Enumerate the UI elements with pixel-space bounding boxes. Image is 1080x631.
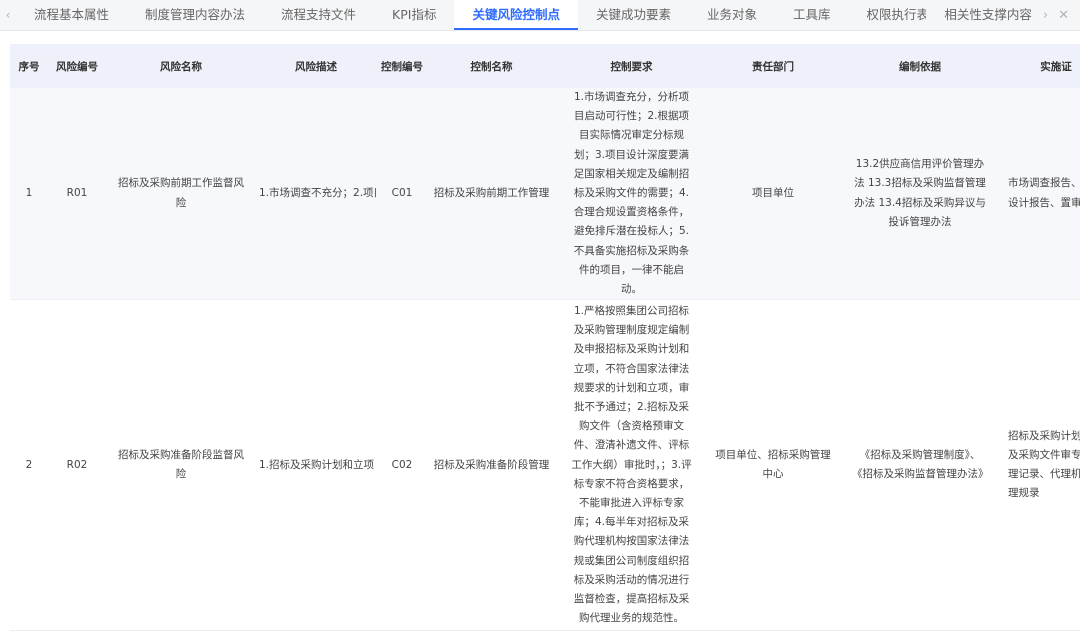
cell-risk-no: R01 <box>48 88 106 301</box>
cell-basis: 13.2供应商信用评价管理办法 13.3招标及采购监督管理办法 13.4招标及采… <box>838 88 1002 301</box>
tabs-scroll-right-icon[interactable]: › <box>1038 8 1053 23</box>
cell-index: 1 <box>10 88 48 301</box>
tab-key-risk-control-points[interactable]: 关键风险控制点 <box>454 0 578 30</box>
tab-process-basic-attributes[interactable]: 流程基本属性 <box>16 0 127 30</box>
cell-basis: 《招标及采购管理制度》、《招标及采购监督管理办法》 <box>838 299 1002 631</box>
cell-index: 2 <box>10 299 48 631</box>
tab-kpi[interactable]: KPI指标 <box>374 0 454 30</box>
tab-bar-right: 相关性支撑内容 › ✕ <box>926 0 1080 30</box>
tab-list: 流程基本属性 制度管理内容办法 流程支持文件 KPI指标 关键风险控制点 关键成… <box>16 0 947 30</box>
tab-regulation-content[interactable]: 制度管理内容办法 <box>127 0 263 30</box>
tab-process-support-files[interactable]: 流程支持文件 <box>263 0 374 30</box>
cell-risk-desc: 1.市场调查不充分；2.项目 <box>256 88 376 301</box>
table-row[interactable]: 1 R01 招标及采购前期工作监督风险 1.市场调查不充分；2.项目 C01 招… <box>10 88 1080 301</box>
header-responsible-dept: 责任部门 <box>708 44 838 88</box>
cell-risk-desc: 1.招标及采购计划和立项 <box>256 299 376 631</box>
header-evidence: 实施证 <box>1002 44 1080 88</box>
cell-control-no: C02 <box>376 299 428 631</box>
tab-toolkit[interactable]: 工具库 <box>775 0 849 30</box>
header-risk-name: 风险名称 <box>106 44 256 88</box>
cell-risk-name: 招标及采购准备阶段监督风险 <box>106 299 256 631</box>
cell-control-name: 招标及采购前期工作管理 <box>428 88 555 301</box>
tab-key-success-factors[interactable]: 关键成功要素 <box>578 0 689 30</box>
cell-control-no: C01 <box>376 88 428 301</box>
cell-risk-no: R02 <box>48 299 106 631</box>
tab-business-objects[interactable]: 业务对象 <box>689 0 775 30</box>
cell-risk-name: 招标及采购前期工作监督风险 <box>106 88 256 301</box>
header-index: 序号 <box>10 44 48 88</box>
header-risk-desc: 风险描述 <box>256 44 376 88</box>
tab-bar: ‹ 流程基本属性 制度管理内容办法 流程支持文件 KPI指标 关键风险控制点 关… <box>0 0 1080 31</box>
header-control-requirement: 控制要求 <box>555 44 708 88</box>
cell-evidence: 招标及采购计划、标及采购文件审专家管理记录、代理机构代理规录 <box>1002 299 1080 631</box>
cell-responsible-dept: 项目单位、招标采购管理中心 <box>708 299 838 631</box>
close-icon[interactable]: ✕ <box>1053 8 1074 23</box>
cell-control-name: 招标及采购准备阶段管理 <box>428 299 555 631</box>
risk-control-content: 序号 风险编号 风险名称 风险描述 控制编号 控制名称 控制要求 责任部门 编制… <box>0 31 1080 631</box>
header-basis: 编制依据 <box>838 44 1002 88</box>
cell-responsible-dept: 项目单位 <box>708 88 838 301</box>
header-control-name: 控制名称 <box>428 44 555 88</box>
cell-evidence: 市场调查报告、招标设计报告、置审批等 <box>1002 88 1080 301</box>
cell-control-requirement: 1.严格按照集团公司招标及采购管理制度规定编制及申报招标及采购计划和立项，不符合… <box>555 299 708 631</box>
risk-control-table: 序号 风险编号 风险名称 风险描述 控制编号 控制名称 控制要求 责任部门 编制… <box>10 44 1080 631</box>
tab-related-support-content[interactable]: 相关性支撑内容 <box>930 0 1038 30</box>
table-header-row: 序号 风险编号 风险名称 风险描述 控制编号 控制名称 控制要求 责任部门 编制… <box>10 44 1080 88</box>
table-row[interactable]: 2 R02 招标及采购准备阶段监督风险 1.招标及采购计划和立项 C02 招标及… <box>10 299 1080 631</box>
tabs-scroll-left-icon[interactable]: ‹ <box>0 8 16 22</box>
header-risk-no: 风险编号 <box>48 44 106 88</box>
cell-control-requirement: 1.市场调查充分，分析项目启动可行性；2.根据项目实际情况审定分标规划；3.项目… <box>555 88 708 301</box>
header-control-no: 控制编号 <box>376 44 428 88</box>
